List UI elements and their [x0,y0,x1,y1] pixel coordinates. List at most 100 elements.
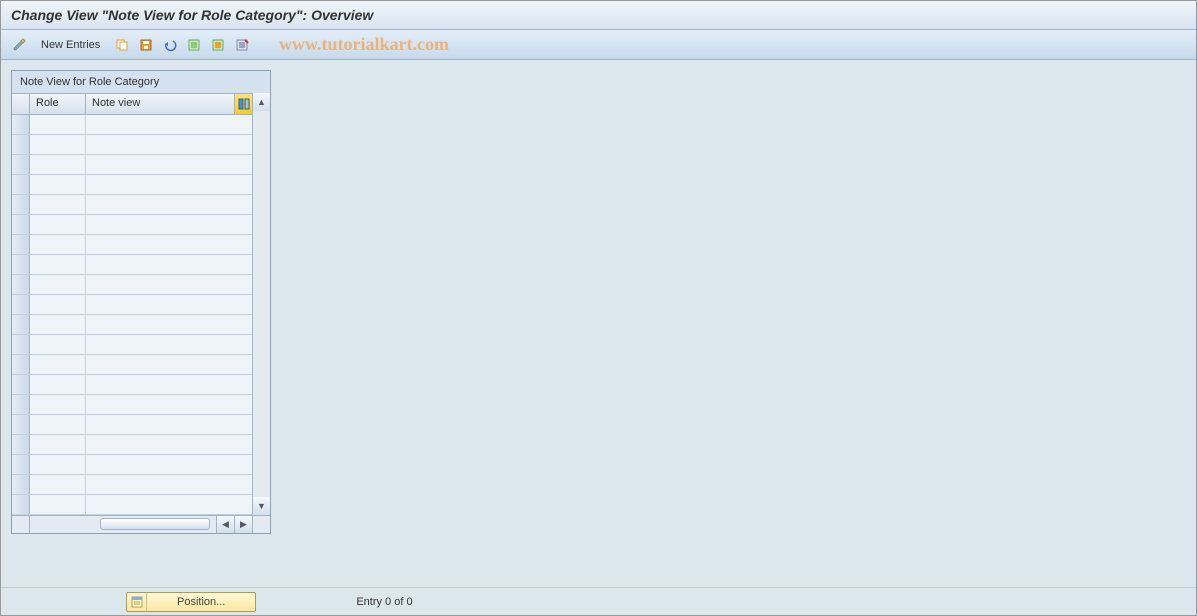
row-selector[interactable] [12,175,30,194]
cell-note-view[interactable] [86,235,252,254]
row-selector[interactable] [12,295,30,314]
deselect-all-icon[interactable] [208,35,228,55]
row-selector[interactable] [12,215,30,234]
cell-role[interactable] [30,375,86,394]
table-row[interactable] [12,495,252,515]
cell-role[interactable] [30,435,86,454]
row-selector[interactable] [12,435,30,454]
row-selector[interactable] [12,335,30,354]
table-row[interactable] [12,175,252,195]
cell-role[interactable] [30,215,86,234]
cell-role[interactable] [30,175,86,194]
cell-role[interactable] [30,355,86,374]
cell-role[interactable] [30,295,86,314]
column-note-view[interactable]: Note view [86,94,234,114]
new-entries-button[interactable]: New Entries [33,37,108,53]
table-row[interactable] [12,315,252,335]
scroll-right-icon[interactable]: ▶ [234,516,252,533]
table-row[interactable] [12,335,252,355]
cell-role[interactable] [30,315,86,334]
row-selector[interactable] [12,195,30,214]
row-selector[interactable] [12,455,30,474]
row-selector[interactable] [12,315,30,334]
column-role[interactable]: Role [30,94,86,114]
row-selector[interactable] [12,355,30,374]
cell-role[interactable] [30,335,86,354]
table-row[interactable] [12,135,252,155]
vertical-scrollbar[interactable]: ▲ ▼ [252,93,270,515]
table-row[interactable] [12,475,252,495]
table-row[interactable] [12,375,252,395]
table-row[interactable] [12,255,252,275]
table-row[interactable] [12,415,252,435]
cell-note-view[interactable] [86,275,252,294]
row-selector[interactable] [12,115,30,134]
cell-note-view[interactable] [86,455,252,474]
table-row[interactable] [12,355,252,375]
cell-role[interactable] [30,495,86,514]
cell-note-view[interactable] [86,355,252,374]
row-selector[interactable] [12,275,30,294]
cell-note-view[interactable] [86,155,252,174]
cell-note-view[interactable] [86,195,252,214]
table-row[interactable] [12,195,252,215]
cell-role[interactable] [30,475,86,494]
row-selector[interactable] [12,235,30,254]
table-row[interactable] [12,275,252,295]
cell-note-view[interactable] [86,255,252,274]
row-selector[interactable] [12,155,30,174]
cell-role[interactable] [30,155,86,174]
cell-role[interactable] [30,115,86,134]
copy-icon[interactable] [112,35,132,55]
cell-note-view[interactable] [86,395,252,414]
cell-note-view[interactable] [86,495,252,514]
scroll-track[interactable] [253,111,270,497]
cell-note-view[interactable] [86,115,252,134]
table-row[interactable] [12,235,252,255]
scroll-down-icon[interactable]: ▼ [253,497,270,515]
cell-note-view[interactable] [86,135,252,154]
cell-role[interactable] [30,455,86,474]
select-all-icon[interactable] [184,35,204,55]
row-selector[interactable] [12,375,30,394]
cell-note-view[interactable] [86,375,252,394]
configure-columns-icon[interactable] [234,94,252,114]
row-selector[interactable] [12,415,30,434]
hscroll-thumb[interactable] [100,518,210,530]
cell-note-view[interactable] [86,315,252,334]
cell-role[interactable] [30,135,86,154]
cell-role[interactable] [30,275,86,294]
cell-note-view[interactable] [86,435,252,454]
horizontal-scrollbar[interactable]: ◀ ▶ [12,515,270,533]
row-selector[interactable] [12,495,30,514]
table-row[interactable] [12,155,252,175]
cell-role[interactable] [30,415,86,434]
scroll-left-icon[interactable]: ◀ [216,516,234,533]
row-selector[interactable] [12,475,30,494]
table-row[interactable] [12,295,252,315]
table-row[interactable] [12,395,252,415]
table-row[interactable] [12,215,252,235]
row-selector[interactable] [12,255,30,274]
cell-role[interactable] [30,195,86,214]
undo-icon[interactable] [160,35,180,55]
position-button[interactable]: Position... [126,592,256,612]
cell-note-view[interactable] [86,415,252,434]
cell-note-view[interactable] [86,475,252,494]
table-row[interactable] [12,435,252,455]
cell-note-view[interactable] [86,215,252,234]
table-row[interactable] [12,455,252,475]
cell-role[interactable] [30,395,86,414]
save-icon[interactable] [136,35,156,55]
table-row[interactable] [12,115,252,135]
scroll-up-icon[interactable]: ▲ [253,93,270,111]
toggle-change-icon[interactable] [9,35,29,55]
cell-role[interactable] [30,235,86,254]
row-selector[interactable] [12,135,30,154]
hscroll-track[interactable] [30,516,216,533]
cell-note-view[interactable] [86,335,252,354]
cell-note-view[interactable] [86,295,252,314]
delete-icon[interactable] [232,35,252,55]
header-selector[interactable] [12,94,30,114]
cell-note-view[interactable] [86,175,252,194]
